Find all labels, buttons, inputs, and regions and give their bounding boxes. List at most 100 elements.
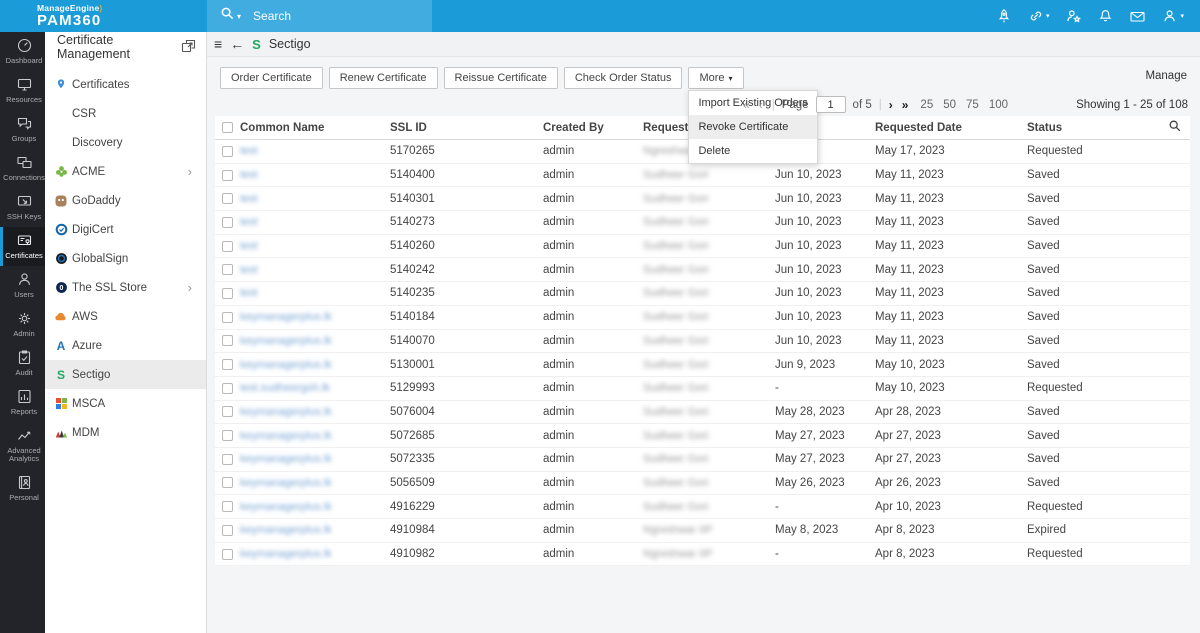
collapse-menu-icon[interactable]: ≡ [214, 36, 222, 52]
column-header-common-name[interactable]: Common Name [240, 122, 390, 134]
common-name-link[interactable]: keymanagerplus.lk [240, 335, 332, 347]
column-header-ssl-id[interactable]: SSL ID [390, 122, 543, 134]
common-name-link[interactable]: test [240, 193, 258, 205]
common-name-link[interactable]: keymanagerplus.lk [240, 477, 332, 489]
page-size-100[interactable]: 100 [989, 99, 1008, 111]
row-checkbox[interactable] [222, 335, 233, 346]
sidebar-item-admin[interactable]: Admin [0, 305, 45, 344]
column-header-created-by[interactable]: Created By [543, 122, 643, 134]
popout-icon[interactable] [181, 39, 196, 56]
sidebar-item-certificates[interactable]: Certificates [0, 227, 45, 266]
sidebar-item-personal[interactable]: Personal [0, 469, 45, 508]
notifications-bell-icon[interactable] [1098, 8, 1113, 24]
common-name-link[interactable]: test.sudheergoh.lk [240, 382, 330, 394]
sidebar-item-dashboard[interactable]: Dashboard [0, 32, 45, 71]
page-size-25[interactable]: 25 [920, 99, 933, 111]
dashboard-gauge-icon [16, 37, 33, 54]
menu-item-mdm[interactable]: MDM [45, 418, 206, 447]
aws-cloud-icon [54, 311, 68, 322]
menu-item-certificates[interactable]: Certificates [45, 70, 206, 99]
common-name-link[interactable]: test [240, 264, 258, 276]
order-certificate-button[interactable]: Order Certificate [220, 67, 323, 89]
row-checkbox[interactable] [222, 406, 233, 417]
manage-link[interactable]: Manage [1145, 70, 1187, 82]
previous-page-icon[interactable]: ‹ [759, 98, 765, 112]
sidebar-item-reports[interactable]: Reports [0, 383, 45, 422]
table-search-icon[interactable] [1168, 119, 1182, 136]
page-size-75[interactable]: 75 [966, 99, 979, 111]
first-page-icon[interactable]: « [743, 98, 752, 112]
back-arrow-icon[interactable]: ← [230, 36, 244, 52]
row-checkbox[interactable] [222, 312, 233, 323]
brand-logo[interactable]: ManageEngine) PAM360 [37, 3, 102, 28]
menu-item-delete[interactable]: Delete [689, 139, 816, 163]
common-name-link[interactable]: keymanagerplus.lk [240, 453, 332, 465]
sidebar-item-connections[interactable]: Connections [0, 149, 45, 188]
common-name-link[interactable]: keymanagerplus.lk [240, 359, 332, 371]
menu-item-aws[interactable]: AWS [45, 302, 206, 331]
menu-item-revoke-certificate[interactable]: Revoke Certificate [689, 115, 816, 139]
sidebar-item-groups[interactable]: Groups [0, 110, 45, 149]
menu-item-globalsign[interactable]: GlobalSign [45, 244, 206, 273]
row-checkbox[interactable] [222, 241, 233, 252]
common-name-link[interactable]: test [240, 287, 258, 299]
column-header-requested-date[interactable]: Requested Date [875, 122, 1027, 134]
common-name-link[interactable]: keymanagerplus.lk [240, 311, 332, 323]
menu-item-msca[interactable]: MSCA [45, 389, 206, 418]
menu-item-digicert[interactable]: DigiCert [45, 215, 206, 244]
sidebar-item-audit[interactable]: Audit [0, 344, 45, 383]
quick-launch-icon[interactable] [996, 8, 1012, 24]
common-name-link[interactable]: test [240, 216, 258, 228]
select-all-checkbox[interactable] [222, 122, 233, 133]
check-order-status-button[interactable]: Check Order Status [564, 67, 683, 89]
common-name-link[interactable]: keymanagerplus.lk [240, 548, 332, 560]
common-name-link[interactable]: keymanagerplus.lk [240, 501, 332, 513]
more-button[interactable]: More▾ [688, 67, 743, 89]
reissue-certificate-button[interactable]: Reissue Certificate [444, 67, 558, 89]
menu-item-godaddy[interactable]: GoDaddy [45, 186, 206, 215]
menu-item-azure[interactable]: A Azure [45, 331, 206, 360]
row-checkbox[interactable] [222, 264, 233, 275]
page-number-input[interactable] [816, 96, 846, 113]
row-checkbox[interactable] [222, 217, 233, 228]
menu-item-ssl-store[interactable]: 0 The SSL Store › [45, 273, 206, 302]
sidebar-item-resources[interactable]: Resources [0, 71, 45, 110]
common-name-link[interactable]: test [240, 240, 258, 252]
common-name-link[interactable]: keymanagerplus.lk [240, 430, 332, 442]
common-name-link[interactable]: keymanagerplus.lk [240, 406, 332, 418]
menu-item-sectigo[interactable]: S Sectigo [45, 360, 206, 389]
row-checkbox[interactable] [222, 193, 233, 204]
page-size-50[interactable]: 50 [943, 99, 956, 111]
sidebar-item-users[interactable]: Users [0, 266, 45, 305]
row-checkbox[interactable] [222, 501, 233, 512]
sidebar-item-advanced-analytics[interactable]: Advanced Analytics [0, 422, 45, 469]
row-checkbox[interactable] [222, 477, 233, 488]
row-checkbox[interactable] [222, 288, 233, 299]
mail-icon[interactable] [1129, 9, 1146, 24]
renew-certificate-button[interactable]: Renew Certificate [329, 67, 438, 89]
requested-by-cell: Sudheer Gori [643, 430, 708, 442]
row-checkbox[interactable] [222, 359, 233, 370]
row-checkbox[interactable] [222, 170, 233, 181]
menu-item-acme[interactable]: ACME › [45, 157, 206, 186]
common-name-link[interactable]: test [240, 145, 258, 157]
menu-item-csr[interactable]: CSR [45, 99, 206, 128]
row-checkbox[interactable] [222, 525, 233, 536]
row-checkbox[interactable] [222, 430, 233, 441]
last-page-icon[interactable]: » [902, 98, 911, 112]
row-checkbox[interactable] [222, 454, 233, 465]
next-page-icon[interactable]: › [889, 98, 895, 112]
row-checkbox[interactable] [222, 549, 233, 560]
user-account-icon[interactable]: ▾ [1162, 8, 1184, 24]
common-name-link[interactable]: keymanagerplus.lk [240, 524, 332, 536]
status-cell: Saved [1027, 216, 1167, 228]
row-checkbox[interactable] [222, 146, 233, 157]
menu-item-discovery[interactable]: Discovery [45, 128, 206, 157]
link-icon[interactable]: ▾ [1028, 8, 1050, 24]
common-name-link[interactable]: test [240, 169, 258, 181]
user-star-icon[interactable] [1065, 8, 1082, 24]
sidebar-item-ssh-keys[interactable]: SSH Keys [0, 188, 45, 227]
global-search-bar[interactable]: ▾ Search [207, 0, 432, 32]
column-header-status[interactable]: Status [1027, 122, 1167, 134]
row-checkbox[interactable] [222, 383, 233, 394]
